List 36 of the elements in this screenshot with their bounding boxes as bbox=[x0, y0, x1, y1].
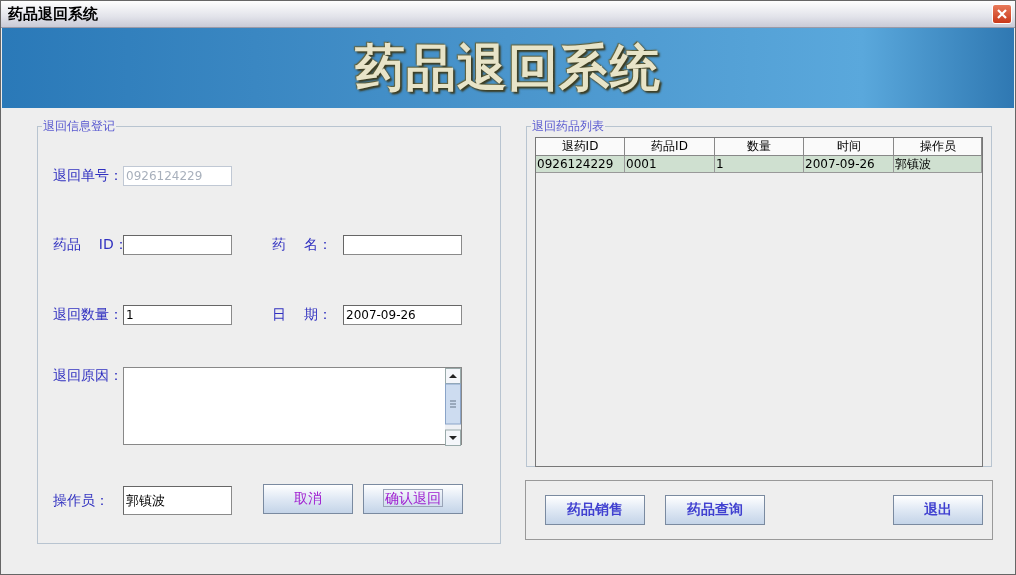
column-header[interactable]: 操作员 bbox=[894, 138, 982, 156]
reason-textarea[interactable] bbox=[123, 367, 462, 445]
table-cell: 0001 bbox=[625, 156, 715, 173]
banner-title: 药品退回系统 bbox=[355, 37, 661, 99]
table-cell: 0926124229 bbox=[536, 156, 625, 173]
form-button[interactable]: 确认退回 bbox=[363, 483, 463, 514]
field-label: 药 名： bbox=[272, 236, 333, 254]
close-button[interactable] bbox=[992, 4, 1012, 24]
column-header[interactable]: 药品ID bbox=[625, 138, 715, 156]
close-icon bbox=[995, 7, 1009, 21]
field-label: 退回数量： bbox=[53, 306, 123, 324]
nav-button[interactable]: 退出 bbox=[893, 495, 983, 525]
table-cell: 2007-09-26 bbox=[804, 156, 894, 173]
column-header[interactable]: 时间 bbox=[804, 138, 894, 156]
column-header[interactable]: 退药ID bbox=[536, 138, 625, 156]
field-label: 退回单号： bbox=[53, 167, 123, 185]
field-label: 操作员： bbox=[53, 491, 110, 510]
table-cell: 1 bbox=[715, 156, 804, 173]
nav-button[interactable]: 药品查询 bbox=[665, 495, 765, 525]
drug-id-field[interactable] bbox=[123, 235, 232, 255]
nav-button[interactable]: 药品销售 bbox=[545, 495, 645, 525]
field-label: 药品 ID： bbox=[53, 236, 123, 254]
field-label: 退回原因： bbox=[53, 367, 123, 385]
panel-legend: 退回信息登记 bbox=[42, 118, 116, 135]
field-label: 日 期： bbox=[272, 306, 333, 324]
operator-field[interactable]: 郭镇波 bbox=[123, 486, 232, 515]
quantity-field[interactable]: 1 bbox=[123, 305, 232, 325]
window-title: 药品退回系统 bbox=[8, 4, 98, 24]
table-row[interactable]: 0926124229 0001 1 2007-09-26 郭镇波 bbox=[536, 156, 982, 173]
scrollbar[interactable] bbox=[445, 368, 461, 446]
drug-name-field[interactable] bbox=[343, 235, 462, 255]
panel-legend: 退回药品列表 bbox=[531, 118, 605, 135]
date-field[interactable]: 2007-09-26 bbox=[343, 305, 462, 325]
form-button[interactable]: 取消 bbox=[263, 483, 353, 514]
column-header[interactable]: 数量 bbox=[715, 138, 804, 156]
table-cell: 郭镇波 bbox=[894, 156, 982, 173]
